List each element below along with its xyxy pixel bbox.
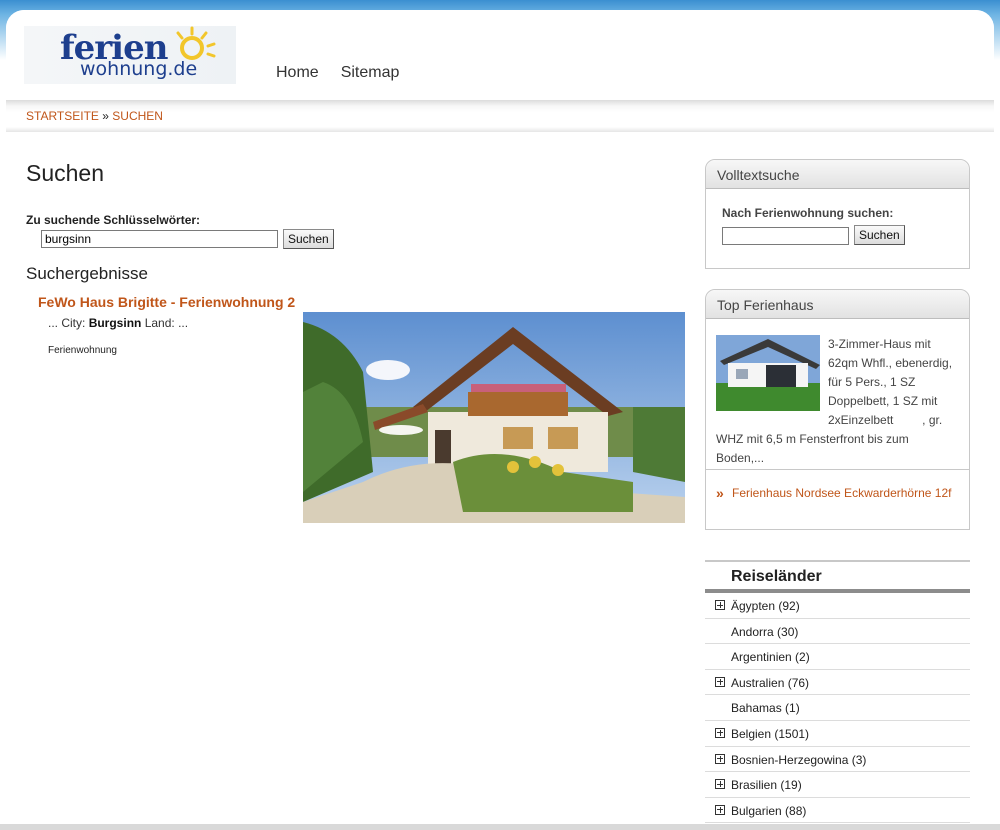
country-label: Belgien (1501) <box>731 726 810 741</box>
country-item[interactable]: Argentinien (2) <box>705 644 970 670</box>
top-ferienhaus-box: Top Ferienhaus 3-Zimmer-Haus mit 62qm Wh… <box>705 289 970 530</box>
result-snippet: ... City: Burgsinn Land: ... <box>48 316 188 330</box>
expand-plus-icon[interactable] <box>715 727 725 738</box>
fulltext-search-label: Nach Ferienwohnung suchen: <box>722 206 894 220</box>
expand-plus-icon[interactable] <box>715 804 725 815</box>
result-category: Ferienwohnung <box>48 345 117 356</box>
expand-plus-icon[interactable] <box>715 753 725 764</box>
keyword-input[interactable] <box>41 230 278 248</box>
countries-box: Reiseländer Ägypten (92) Andorra (30) Arge… <box>705 560 970 824</box>
fulltext-search-input[interactable] <box>722 227 849 245</box>
country-item[interactable]: Ägypten (92) <box>705 593 970 619</box>
nav-sitemap[interactable]: Sitemap <box>341 64 400 82</box>
country-item[interactable]: Bosnien-Herzegowina (3) <box>705 747 970 773</box>
top-ferienhaus-link-label: Ferienhaus Nordsee Eckwarderhörne 12f <box>732 486 952 500</box>
logo-text-bottom: wohnung.de <box>80 58 198 80</box>
main-nav: Home Sitemap <box>276 64 399 82</box>
top-ferienhaus-link[interactable]: » Ferienhaus Nordsee Eckwarderhörne 12f <box>716 484 960 503</box>
page-title: Suchen <box>26 160 105 186</box>
sidebar: Volltextsuche Nach Ferienwohnung suchen:… <box>705 159 970 824</box>
fulltext-search-button[interactable]: Suchen <box>854 225 905 245</box>
country-label: Andorra (30) <box>731 624 799 639</box>
country-label: Bulgarien (88) <box>731 803 807 818</box>
expand-plus-icon[interactable] <box>715 600 725 610</box>
countries-list: Ägypten (92) Andorra (30) Argentinien (2) A… <box>705 593 970 824</box>
site-header: ferien wohnung.de Home Sitemap <box>6 10 994 104</box>
countries-title: Reiseländer <box>705 560 970 593</box>
top-ferienhaus-description: 3-Zimmer-Haus mit 62qm Whfl., ebenerdig,… <box>716 335 960 468</box>
country-item[interactable]: Australien (76) <box>705 670 970 696</box>
fulltext-search-title: Volltextsuche <box>706 160 969 189</box>
snippet-suffix: Land: ... <box>144 316 189 330</box>
status-bar <box>0 824 1000 830</box>
chevron-right-icon: » <box>716 485 724 501</box>
results-title: Suchergebnisse <box>26 264 148 283</box>
breadcrumb-current[interactable]: Suchen <box>112 109 163 123</box>
snippet-city: Burgsinn <box>88 316 142 330</box>
keyword-label: Zu suchende Schlüsselwörter: <box>26 213 201 227</box>
country-label: Argentinien (2) <box>731 650 810 665</box>
country-label: Bosnien-Herzegowina (3) <box>731 752 867 767</box>
snippet-prefix: ... City: <box>48 316 86 330</box>
page-frame: ferien wohnung.de Home Sitemap Startseit… <box>6 10 994 830</box>
fulltext-search-box: Volltextsuche Nach Ferienwohnung suchen:… <box>705 159 970 269</box>
breadcrumb-home[interactable]: Startseite <box>26 109 99 123</box>
image-spacer <box>716 335 828 413</box>
country-label: Brasilien (19) <box>731 778 802 793</box>
country-label: Australien (76) <box>731 675 810 690</box>
country-label: Ägypten (92) <box>731 599 800 613</box>
result-title-link[interactable]: FeWo Haus Brigitte - Ferienwohnung 2 <box>38 294 295 310</box>
result-photo[interactable] <box>303 312 685 523</box>
breadcrumb-separator: » <box>102 109 109 123</box>
expand-plus-icon[interactable] <box>715 779 725 790</box>
country-item[interactable]: Brasilien (19) <box>705 772 970 798</box>
breadcrumb: Startseite » Suchen <box>26 109 163 123</box>
country-item[interactable]: Belgien (1501) <box>705 721 970 747</box>
divider <box>706 469 969 470</box>
search-button[interactable]: Suchen <box>283 229 334 249</box>
country-item[interactable]: Bahamas (1) <box>705 695 970 721</box>
country-label: Bahamas (1) <box>731 701 800 716</box>
country-item[interactable]: Bulgarien (88) <box>705 798 970 824</box>
top-ferienhaus-title: Top Ferienhaus <box>706 290 969 319</box>
country-item[interactable]: Andorra (30) <box>705 619 970 645</box>
main-content: Suchen Zu suchende Schlüsselwörter: Such… <box>26 160 686 523</box>
site-logo[interactable]: ferien wohnung.de <box>24 26 236 84</box>
expand-plus-icon[interactable] <box>715 676 725 687</box>
nav-home[interactable]: Home <box>276 64 319 82</box>
